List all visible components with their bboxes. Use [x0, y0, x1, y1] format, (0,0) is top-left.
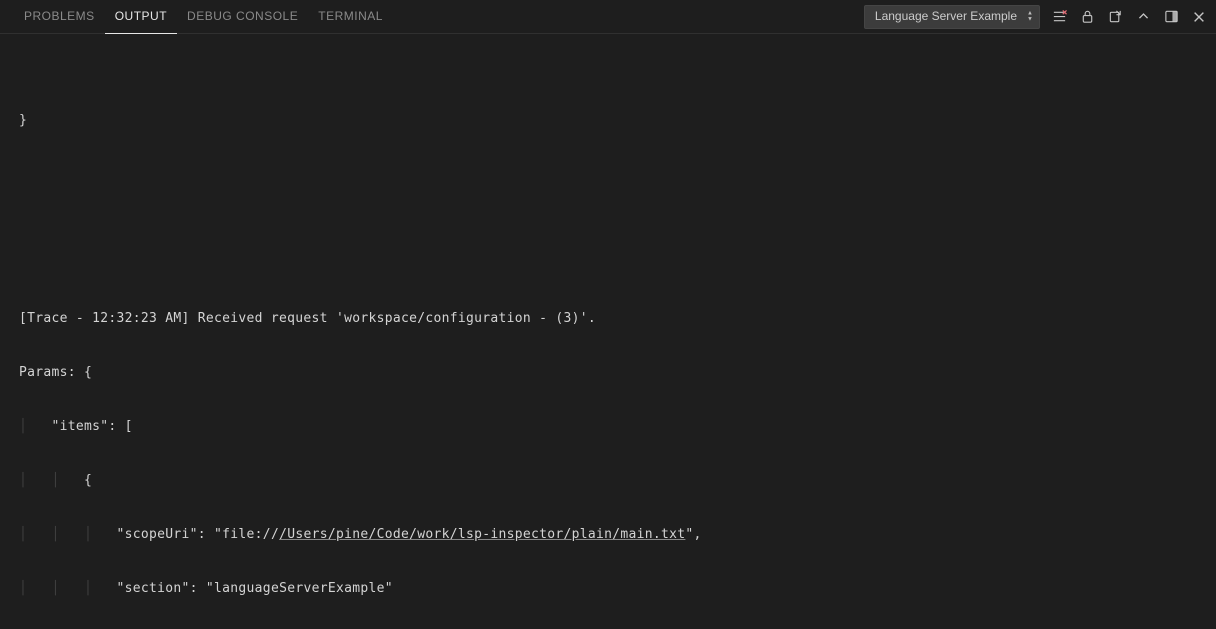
output-line: │ "items": [ — [19, 418, 1216, 436]
output-line: } — [19, 112, 1216, 130]
panel-layout-icon[interactable] — [1162, 8, 1180, 26]
panel-collapse-icon[interactable] — [1134, 8, 1152, 26]
output-blank — [19, 220, 1216, 238]
output-line: │ │ { — [19, 472, 1216, 490]
output-line: Params: { — [19, 364, 1216, 382]
clear-output-icon[interactable] — [1050, 8, 1068, 26]
output-line: │ │ │ "section": "languageServerExample" — [19, 580, 1216, 598]
tab-problems[interactable]: PROBLEMS — [14, 0, 105, 33]
select-arrows-icon: ▲▼ — [1027, 11, 1033, 22]
output-line: │ │ │ "scopeUri": "file:///Users/pine/Co… — [19, 526, 1216, 544]
tab-terminal[interactable]: TERMINAL — [308, 0, 393, 33]
file-path-link[interactable]: /Users/pine/Code/work/lsp-inspector/plai… — [279, 527, 685, 542]
panel-header-actions: Language Server Example ▲▼ — [864, 0, 1208, 33]
output-channel-select[interactable]: Language Server Example ▲▼ — [864, 5, 1040, 29]
output-panel-body[interactable]: } [Trace - 12:32:23 AM] Received request… — [0, 34, 1216, 629]
output-channel-select-label: Language Server Example — [875, 9, 1017, 23]
open-log-icon[interactable] — [1106, 8, 1124, 26]
tab-debug-console[interactable]: DEBUG CONSOLE — [177, 0, 308, 33]
output-trace-header: [Trace - 12:32:23 AM] Received request '… — [19, 310, 1216, 328]
panel-header: PROBLEMS OUTPUT DEBUG CONSOLE TERMINAL L… — [0, 0, 1216, 34]
tab-output[interactable]: OUTPUT — [105, 0, 177, 34]
panel-close-icon[interactable] — [1190, 8, 1208, 26]
lock-scroll-icon[interactable] — [1078, 8, 1096, 26]
output-blank — [19, 166, 1216, 184]
